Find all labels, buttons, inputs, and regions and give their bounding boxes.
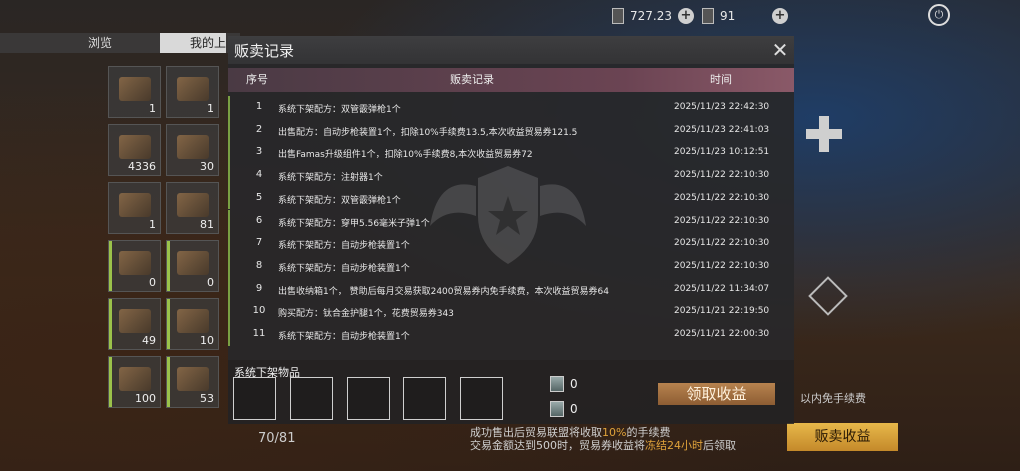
- table-row: 7 系统下架配方：自动步枪装置1个 2025/11/22 22:10:30: [228, 232, 794, 255]
- sales-record-dialog: 贩卖记录 ✕ 序号 贩卖记录 时间 1 系统下架配方：双管霰弹枪1个 2025/11…: [228, 36, 794, 360]
- tab-mine[interactable]: 我的上: [160, 33, 226, 53]
- delisted-item-slot[interactable]: [290, 377, 333, 420]
- token-2: 0: [550, 401, 578, 417]
- currency-2-value: 91: [720, 9, 736, 23]
- inventory-slot[interactable]: 1: [108, 66, 161, 118]
- inventory-capacity: 70/81: [258, 431, 296, 446]
- table-header: 序号 贩卖记录 时间: [228, 68, 794, 92]
- ticket-icon: [550, 401, 564, 417]
- inventory-slot[interactable]: 49: [108, 298, 161, 350]
- inventory-slot[interactable]: 30: [166, 124, 219, 176]
- trade-voucher-icon: [612, 8, 624, 24]
- diamond-icon: [808, 276, 848, 316]
- inventory-slot[interactable]: 100: [108, 356, 161, 408]
- background-tabs: 浏览 我的上: [0, 33, 240, 53]
- delisted-items-panel: 系统下架物品 0 0 领取收益: [228, 360, 794, 424]
- delisted-item-slot[interactable]: [233, 377, 276, 420]
- table-row: 8 系统下架配方：自动步枪装置1个 2025/11/22 22:10:30: [228, 254, 794, 278]
- column-header-record: 贩卖记录: [450, 73, 494, 86]
- notice-line-1: 成功售出后贸易联盟将收取10%的手续费: [470, 426, 671, 439]
- tab-browse[interactable]: 浏览: [88, 33, 112, 53]
- token-1: 0: [550, 376, 578, 392]
- free-fee-text: 以内免手续费: [800, 392, 866, 405]
- currency-2-add: +: [772, 8, 788, 24]
- fee-notice: 成功售出后贸易联盟将收取10%的手续费 交易金额达到500时，贸易券收益将冻结2…: [470, 426, 736, 452]
- add-currency-1-button[interactable]: +: [678, 8, 694, 24]
- inventory-slot[interactable]: 4336: [108, 124, 161, 176]
- delisted-item-slot[interactable]: [403, 377, 446, 420]
- currency-1-value: 727.23: [630, 9, 672, 23]
- inventory-slot[interactable]: 53: [166, 356, 219, 408]
- trade-voucher-icon: [550, 376, 564, 392]
- delisted-item-slot[interactable]: [460, 377, 503, 420]
- add-icon[interactable]: [806, 116, 842, 152]
- close-icon[interactable]: ✕: [770, 40, 790, 60]
- power-icon[interactable]: ⏻: [928, 4, 950, 26]
- currency-1: 727.23 +: [612, 8, 694, 24]
- table-row: 6 系统下架配方：穿甲5.56毫米子弹1个 2025/11/22 22:10:30: [228, 209, 794, 233]
- add-currency-2-button[interactable]: +: [772, 8, 788, 24]
- table-row: 4 系统下架配方：注射器1个 2025/11/22 22:10:30: [228, 164, 794, 187]
- inventory-slot[interactable]: 0: [166, 240, 219, 292]
- inventory-slot[interactable]: 1: [166, 66, 219, 118]
- claim-income-button[interactable]: 领取收益: [658, 383, 775, 405]
- inventory-slot[interactable]: 10: [166, 298, 219, 350]
- ticket-icon: [702, 8, 714, 24]
- table-row: 2 出售配方：自动步枪装置1个，扣除10%手续费13.5,本次收益贸易券121.5…: [228, 118, 794, 142]
- dialog-header: 贩卖记录 ✕: [228, 36, 794, 64]
- inventory-slot[interactable]: 0: [108, 240, 161, 292]
- column-header-time: 时间: [710, 73, 732, 86]
- dialog-title: 贩卖记录: [234, 42, 295, 60]
- sell-income-button[interactable]: 贩卖收益: [787, 423, 898, 451]
- record-list[interactable]: 1 系统下架配方：双管霰弹枪1个 2025/11/23 22:42:30 2 出售配方…: [228, 96, 794, 346]
- table-row: 5 系统下架配方：双管霰弹枪1个 2025/11/22 22:10:30: [228, 186, 794, 210]
- table-row: 11 系统下架配方：自动步枪装置1个 2025/11/21 22:00:30: [228, 323, 794, 346]
- inventory-slot[interactable]: 81: [166, 182, 219, 234]
- column-header-no: 序号: [246, 73, 268, 86]
- notice-line-2: 交易金额达到500时，贸易券收益将冻结24小时后领取: [470, 439, 736, 452]
- table-row: 10 购买配方：钛合金护腿1个，花费贸易券343 2025/11/21 22:19:…: [228, 300, 794, 323]
- table-row: 3 出售Famas升级组件1个，扣除10%手续费8,本次收益贸易券72 2025/1…: [228, 141, 794, 165]
- inventory-slot[interactable]: 1: [108, 182, 161, 234]
- currency-2: 91: [702, 8, 735, 24]
- top-bar: 727.23 + 91 + ⏻: [0, 0, 1020, 32]
- table-row: 1 系统下架配方：双管霰弹枪1个 2025/11/23 22:42:30: [228, 96, 794, 119]
- table-row: 9 出售收纳箱1个， 赞助后每月交易获取2400贸易券内免手续费，本次收益贸易券6…: [228, 277, 794, 301]
- delisted-item-slot[interactable]: [347, 377, 390, 420]
